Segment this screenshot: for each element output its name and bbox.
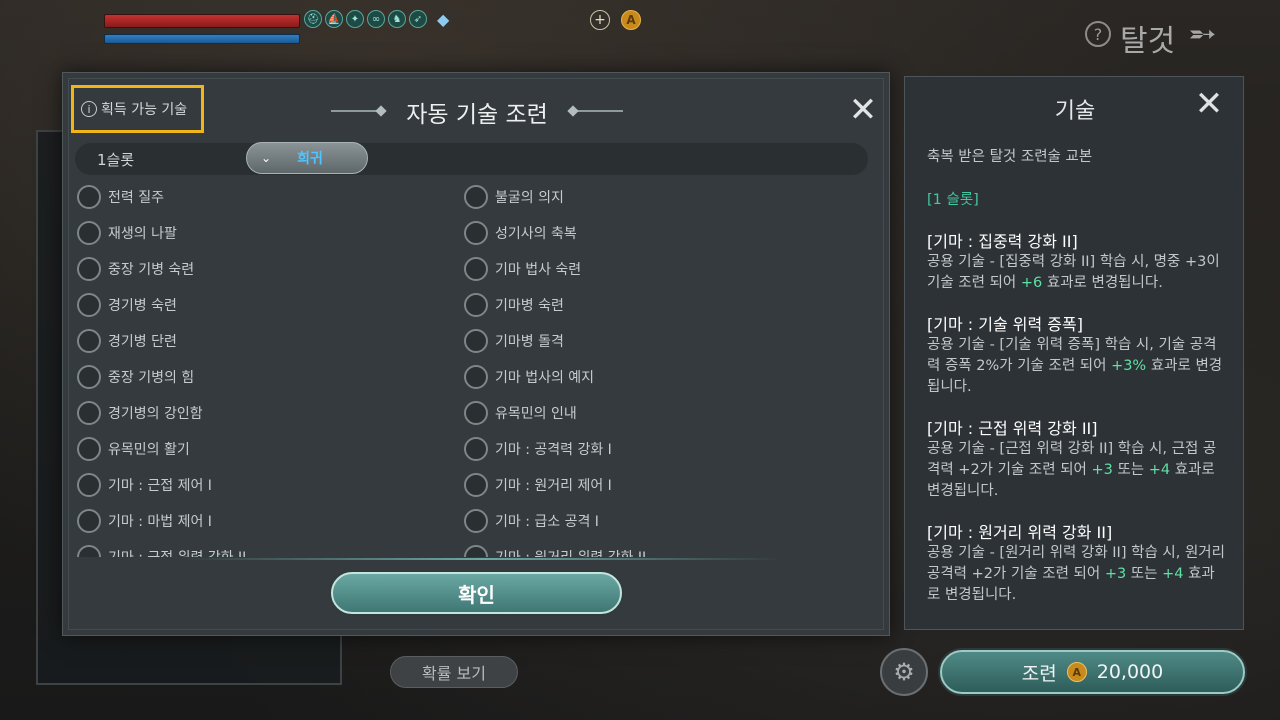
skill-option[interactable]: 재생의 나팔 (77, 219, 177, 247)
dialog-title: 자동 기술 조련 (406, 102, 548, 128)
available-skills-label: 획득 가능 기술 (101, 102, 188, 118)
skill-info-panel: 기술 ✕ 축복 받은 탈것 조련술 교본 [1 슬롯] [기마 : 집중력 강화… (904, 76, 1244, 630)
radio-button[interactable] (77, 293, 101, 317)
mount-arrow-icon: ➵ (1188, 14, 1217, 54)
buff-icon: ♞ (388, 10, 406, 28)
skill-option[interactable]: 경기병의 강인함 (77, 399, 203, 427)
radio-button[interactable] (464, 509, 488, 533)
chevron-down-icon: ⌄ (261, 151, 272, 165)
diamond-icon: ◆ (437, 10, 450, 29)
book-name: 축복 받은 탈것 조련술 교본 (927, 149, 1093, 165)
buff-icon: ➶ (409, 10, 427, 28)
plus-icon[interactable]: + (590, 10, 610, 30)
gear-icon: ⚙ (893, 658, 915, 686)
skill-option[interactable]: 기마 법사 숙련 (464, 255, 581, 283)
radio-button[interactable] (77, 365, 101, 389)
available-skills-button[interactable]: i 획득 가능 기술 (71, 85, 204, 133)
train-cost: 20,000 (1096, 661, 1164, 683)
buff-icon: ∞ (367, 10, 385, 28)
skill-option[interactable]: 기마 : 마법 제어 I (77, 507, 212, 535)
radio-button[interactable] (464, 221, 488, 245)
confirm-button[interactable]: 확인 (331, 572, 622, 614)
radio-button[interactable] (464, 185, 488, 209)
slot-heading: [1 슬롯] (927, 192, 979, 208)
skill-list: 전력 질주 재생의 나팔 중장 기병 숙련 경기병 숙련 경기병 단련 중장 기… (77, 183, 867, 557)
skill-option[interactable]: 유목민의 활기 (77, 435, 190, 463)
settings-button[interactable]: ⚙ (880, 648, 928, 696)
skill-option[interactable]: 기마 : 근접 위력 강화 II (77, 543, 246, 557)
radio-button[interactable] (464, 545, 488, 557)
radio-button[interactable] (77, 473, 101, 497)
help-icon[interactable]: ? (1085, 21, 1111, 47)
radio-button[interactable] (77, 221, 101, 245)
info-icon: i (81, 101, 97, 117)
radio-button[interactable] (464, 257, 488, 281)
skill-option[interactable]: 유목민의 인내 (464, 399, 577, 427)
close-icon[interactable]: ✕ (1192, 87, 1226, 123)
skill-description: [기마 : 집중력 강화 II] 공용 기술 - [집중력 강화 II] 학습 … (927, 232, 1220, 291)
skill-option[interactable]: 기마 : 원거리 제어 I (464, 471, 612, 499)
mount-title: 탈것 (1120, 24, 1176, 59)
auto-skill-training-dialog: i 획득 가능 기술 자동 기술 조련 ✕ 1슬롯 ⌄ 희귀 전력 질주 재생의… (62, 72, 890, 636)
radio-button[interactable] (77, 257, 101, 281)
divider (183, 558, 783, 560)
skill-option[interactable]: 기마 법사의 예지 (464, 363, 594, 391)
skill-option[interactable]: 기마 : 근접 제어 I (77, 471, 212, 499)
radio-button[interactable] (464, 293, 488, 317)
rarity-value: 희귀 (297, 151, 323, 167)
skill-option[interactable]: 기마 : 공격력 강화 I (464, 435, 612, 463)
radio-button[interactable] (77, 329, 101, 353)
skill-option[interactable]: 중장 기병 숙련 (77, 255, 194, 283)
radio-button[interactable] (77, 185, 101, 209)
skill-option[interactable]: 경기병 숙련 (77, 291, 177, 319)
radio-button[interactable] (464, 329, 488, 353)
skill-option[interactable]: 경기병 단련 (77, 327, 177, 355)
radio-button[interactable] (464, 437, 488, 461)
radio-button[interactable] (464, 473, 488, 497)
skill-option[interactable]: 중장 기병의 힘 (77, 363, 194, 391)
skill-option[interactable]: 성기사의 축복 (464, 219, 577, 247)
buff-bar: ⛑ ⛵ ✦ ∞ ♞ ➶ (304, 10, 427, 28)
slot-filter-bar (75, 143, 868, 175)
radio-button[interactable] (77, 545, 101, 557)
skill-option[interactable]: 기마병 숙련 (464, 291, 564, 319)
probability-button[interactable]: 확률 보기 (390, 656, 518, 688)
radio-button[interactable] (77, 509, 101, 533)
radio-button[interactable] (77, 437, 101, 461)
radio-button[interactable] (77, 401, 101, 425)
health-bar (104, 14, 300, 28)
train-label: 조련 (1021, 662, 1057, 685)
skill-option[interactable]: 전력 질주 (77, 183, 164, 211)
skill-option[interactable]: 불굴의 의지 (464, 183, 564, 211)
slot-label: 1슬롯 (97, 151, 135, 169)
gold-coin-icon: A (1066, 662, 1087, 682)
buff-icon: ⛑ (304, 10, 322, 28)
close-icon[interactable]: ✕ (846, 93, 880, 129)
mana-bar (104, 34, 300, 44)
skill-description: [기마 : 근접 위력 강화 II] 공용 기술 - [근접 위력 강화 II]… (927, 419, 1217, 499)
skill-description: [기마 : 원거리 위력 강화 II] 공용 기술 - [원거리 위력 강화 I… (927, 523, 1225, 603)
title-ornament-right (571, 110, 623, 112)
skill-option[interactable]: 기마 : 원거리 위력 강화 II (464, 543, 646, 557)
radio-button[interactable] (464, 401, 488, 425)
gold-coin-icon: A (621, 10, 641, 30)
panel-body: 축복 받은 탈것 조련술 교본 [1 슬롯] [기마 : 집중력 강화 II] … (927, 147, 1227, 606)
radio-button[interactable] (464, 365, 488, 389)
rarity-dropdown[interactable]: ⌄ 희귀 (246, 142, 368, 174)
buff-icon: ✦ (346, 10, 364, 28)
buff-icon: ⛵ (325, 10, 343, 28)
train-button[interactable]: 조련 A 20,000 (940, 650, 1245, 694)
skill-description: [기마 : 기술 위력 증폭] 공용 기술 - [기술 위력 증폭] 학습 시,… (927, 315, 1223, 395)
skill-option[interactable]: 기마 : 급소 공격 I (464, 507, 599, 535)
skill-option[interactable]: 기마병 돌격 (464, 327, 564, 355)
